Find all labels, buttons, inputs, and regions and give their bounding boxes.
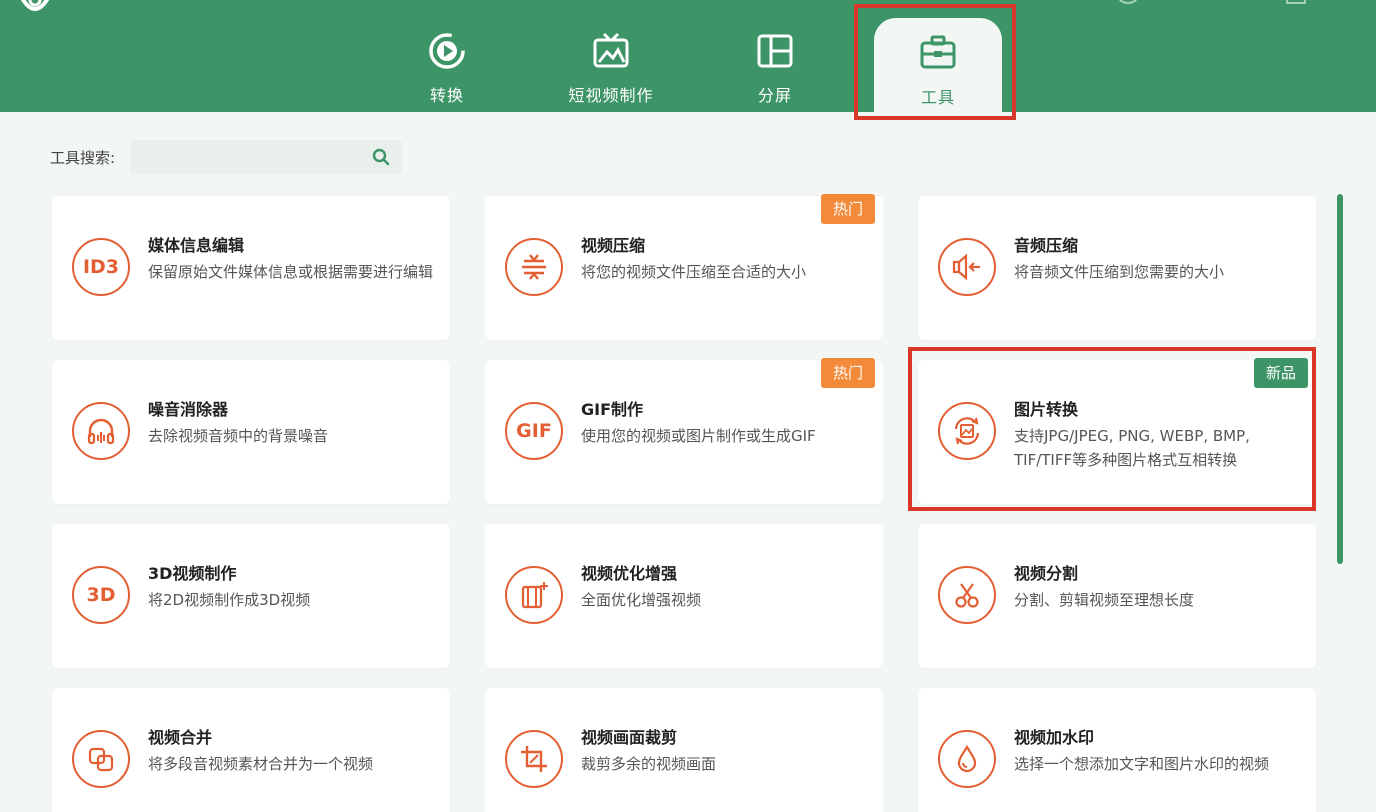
tool-card-video-merge[interactable]: 视频合并 将多段音视频素材合并为一个视频 (52, 688, 450, 812)
convert-icon (429, 33, 465, 69)
3d-icon: 3D (72, 566, 130, 624)
tool-card-video-watermark[interactable]: 视频加水印 选择一个想添加文字和图片水印的视频 (918, 688, 1316, 812)
tool-card-image-convert[interactable]: 图片转换 支持JPG/JPEG, PNG, WEBP, BMP, TIF/TIF… (918, 358, 1316, 504)
tool-title: 图片转换 (1014, 400, 1079, 419)
scissors-icon (938, 566, 996, 624)
merge-icon (72, 730, 130, 788)
tool-desc: 保留原始文件媒体信息或根据需要进行编辑 (148, 263, 434, 281)
tool-title: 视频加水印 (1014, 728, 1095, 747)
tool-card-audio-compress[interactable]: 音频压缩 将音频文件压缩到您需要的大小 (918, 196, 1316, 340)
maximize-icon[interactable] (1286, 0, 1306, 4)
tool-card-gif[interactable]: GIF GIF制作 使用您的视频或图片制作或生成GIF 热门 (485, 358, 883, 504)
tool-title: 3D视频制作 (148, 564, 237, 583)
search-box[interactable] (130, 140, 402, 174)
tool-title: 视频分割 (1014, 564, 1079, 583)
watermark-icon (938, 730, 996, 788)
tab-tools-label: 工具 (920, 88, 955, 107)
tool-desc: 将您的视频文件压缩至合适的大小 (581, 263, 807, 281)
tool-card-video-crop[interactable]: 视频画面裁剪 裁剪多余的视频画面 (485, 688, 883, 812)
tool-card-3d-video[interactable]: 3D 3D视频制作 将2D视频制作成3D视频 (52, 524, 450, 668)
tool-title: 噪音消除器 (148, 400, 229, 419)
tool-card-media-info[interactable]: ID3 媒体信息编辑 保留原始文件媒体信息或根据需要进行编辑 (52, 196, 450, 340)
gif-icon: GIF (505, 402, 563, 460)
tool-desc: 将音频文件压缩到您需要的大小 (1014, 263, 1225, 281)
tool-desc: 去除视频音频中的背景噪音 (148, 427, 329, 445)
id3-icon: ID3 (72, 238, 130, 296)
tool-card-video-enhance[interactable]: 视频优化增强 全面优化增强视频 (485, 524, 883, 668)
tool-card-noise-remover[interactable]: 噪音消除器 去除视频音频中的背景噪音 (52, 360, 450, 504)
minimize-icon[interactable] (1230, 0, 1250, 4)
short-video-icon (593, 32, 629, 68)
tool-desc: 裁剪多余的视频画面 (581, 755, 717, 773)
tool-desc: 支持JPG/JPEG, PNG, WEBP, BMP, TIF/TIFF等多种图… (1014, 427, 1250, 469)
tool-title: 视频压缩 (581, 236, 646, 255)
tool-title: 音频压缩 (1014, 236, 1079, 255)
tab-short-video[interactable]: 短视频制作 (547, 14, 675, 112)
audio-compress-icon (938, 238, 996, 296)
tool-desc: 将2D视频制作成3D视频 (148, 591, 311, 609)
crop-icon (505, 730, 563, 788)
hot-badge: 热门 (820, 358, 875, 388)
help-icon[interactable] (1118, 0, 1138, 4)
tool-title: 媒体信息编辑 (148, 236, 245, 255)
tool-card-video-split[interactable]: 视频分割 分割、剪辑视频至理想长度 (918, 524, 1316, 668)
split-screen-icon (757, 34, 793, 68)
toolbox-icon (920, 35, 956, 69)
scrollbar-thumb[interactable] (1337, 194, 1343, 564)
tool-desc: 使用您的视频或图片制作或生成GIF (581, 427, 816, 445)
window-controls (1118, 0, 1365, 10)
tool-desc: 全面优化增强视频 (581, 591, 702, 609)
menu-icon[interactable] (1174, 0, 1194, 4)
search-icon[interactable] (372, 148, 390, 166)
tab-convert-label: 转换 (429, 86, 464, 105)
tool-card-video-compress[interactable]: 视频压缩 将您的视频文件压缩至合适的大小 热门 (485, 194, 883, 340)
tab-convert[interactable]: 转换 (383, 14, 511, 112)
tool-title: GIF制作 (581, 400, 644, 419)
image-convert-icon (938, 402, 996, 460)
tool-title: 视频优化增强 (581, 564, 678, 583)
new-badge: 新品 (1253, 358, 1308, 388)
tool-desc: 分割、剪辑视频至理想长度 (1014, 591, 1195, 609)
hot-badge: 热门 (820, 194, 875, 224)
top-header: 转换 短视频制作 分屏 工具 (0, 0, 1376, 112)
tool-desc: 选择一个想添加文字和图片水印的视频 (1014, 755, 1270, 773)
app-logo-icon (20, 0, 50, 11)
tool-desc: 将多段音视频素材合并为一个视频 (148, 755, 374, 773)
search-input[interactable] (130, 140, 360, 174)
tool-title: 视频合并 (148, 728, 213, 747)
compress-icon (505, 238, 563, 296)
tool-title: 视频画面裁剪 (581, 728, 678, 747)
search-label: 工具搜索: (50, 149, 116, 167)
tab-tools[interactable]: 工具 (874, 18, 1002, 112)
tab-split-screen-label: 分屏 (757, 86, 792, 105)
enhance-icon (505, 566, 563, 624)
tab-split-screen[interactable]: 分屏 (711, 14, 839, 112)
tab-short-video-label: 短视频制作 (568, 86, 654, 105)
headphone-icon (72, 402, 130, 460)
close-icon[interactable] (1339, 0, 1365, 10)
